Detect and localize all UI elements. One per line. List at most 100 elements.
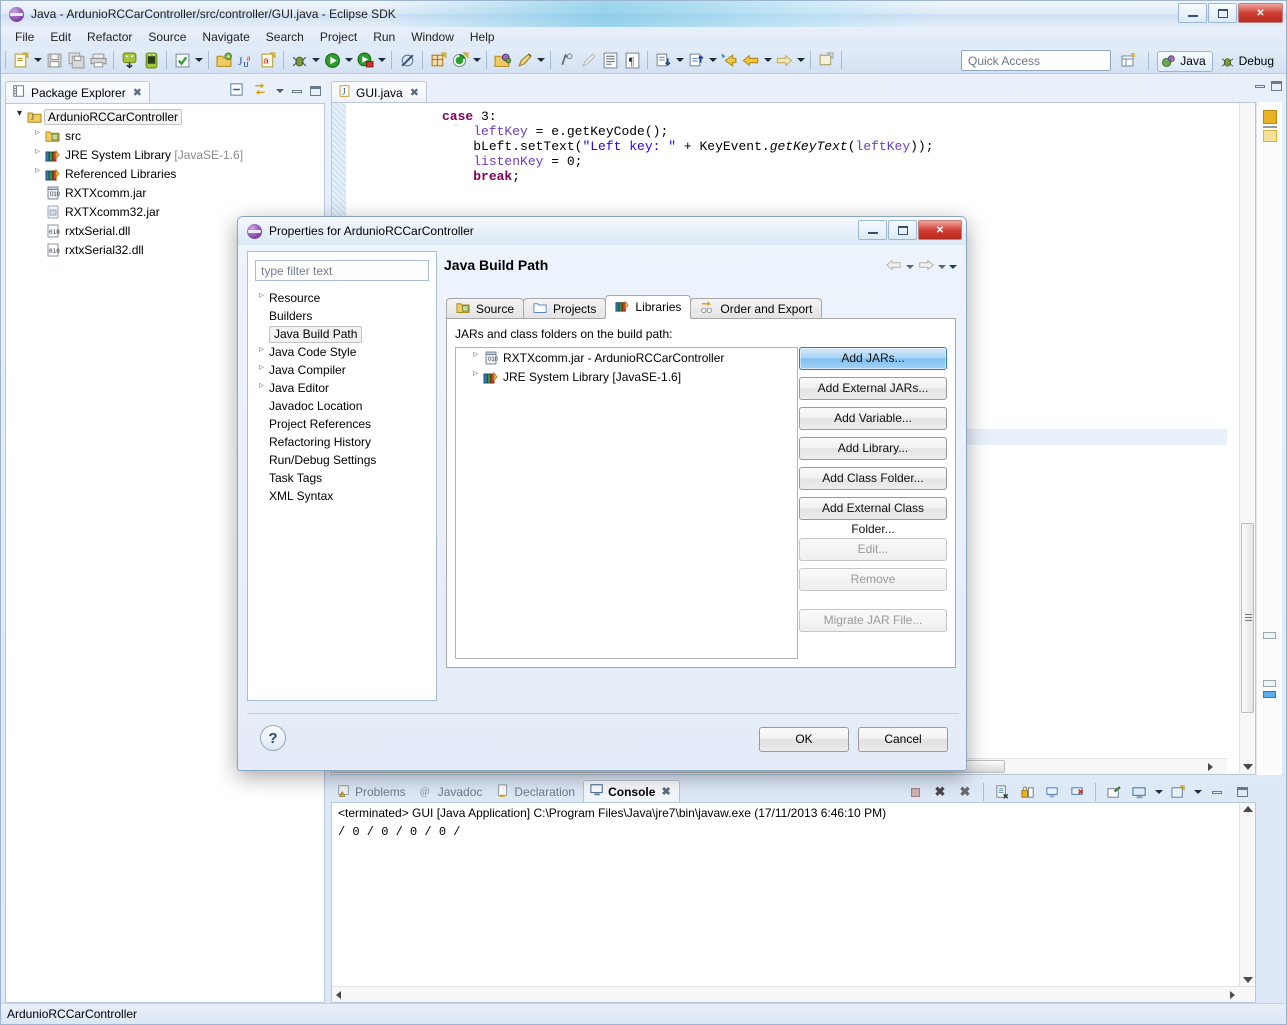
build-path-tab-order-and-export[interactable]: Order and Export (690, 298, 822, 319)
tree-item-arduniorccarcontroller[interactable]: JArdunioRCCarController (6, 107, 324, 126)
remove-all-terminated-icon[interactable]: ✖ (954, 781, 976, 803)
display-selected-console-icon[interactable] (1103, 781, 1125, 803)
skip-breakpoints-icon[interactable] (396, 49, 418, 71)
scroll-right-arrow-icon[interactable] (1230, 991, 1235, 999)
dialog-view-menu-icon[interactable] (949, 265, 957, 269)
scroll-left-arrow-icon[interactable] (336, 991, 341, 999)
perspective-debug[interactable]: Debug (1217, 51, 1280, 72)
tree-item-src[interactable]: src (6, 126, 324, 145)
jar-list[interactable]: 010RXTXcomm.jar - ArdunioRCCarController… (455, 347, 798, 659)
pref-item-java-editor[interactable]: Java Editor (248, 379, 436, 397)
cancel-button[interactable]: Cancel (858, 727, 948, 752)
scroll-down-arrow-icon[interactable] (1243, 977, 1253, 983)
collapse-arrow-icon[interactable] (256, 348, 269, 357)
overview-marker[interactable] (1263, 632, 1276, 639)
menu-item-navigate[interactable]: Navigate (194, 28, 257, 46)
build-path-tab-projects[interactable]: Projects (523, 298, 606, 319)
overview-marker[interactable] (1263, 680, 1276, 687)
filter-input[interactable]: type filter text (255, 260, 429, 281)
collapse-arrow-icon[interactable] (32, 169, 45, 178)
close-icon[interactable]: ✖ (133, 86, 142, 99)
editor-overview-ruler[interactable] (1256, 102, 1282, 775)
last-edit-location-icon[interactable] (718, 49, 740, 71)
editor-scroll-thumb[interactable] (1241, 523, 1254, 713)
collapse-arrow-icon[interactable] (470, 372, 483, 381)
terminate-icon[interactable] (904, 781, 926, 803)
collapse-arrow-icon[interactable] (256, 384, 269, 393)
menu-item-project[interactable]: Project (312, 28, 365, 46)
preferences-tree[interactable]: ResourceBuildersJava Build PathJava Code… (248, 285, 436, 505)
tree-item-jre-system-library[interactable]: JRE System Library [JavaSE-1.6] (6, 145, 324, 164)
external-tools-icon[interactable] (354, 49, 376, 71)
tree-item-rxtxcomm-jar[interactable]: 010RXTXcomm.jar (6, 183, 324, 202)
menu-item-run[interactable]: Run (365, 28, 403, 46)
new-wizard-dropdown-caret-icon[interactable] (32, 49, 43, 71)
new-junit-test-icon[interactable]: Jua (235, 49, 257, 71)
pref-item-java-compiler[interactable]: Java Compiler (248, 361, 436, 379)
ok-button[interactable]: OK (759, 727, 849, 752)
dialog-maximize-button[interactable] (888, 220, 917, 240)
pref-item-javadoc-location[interactable]: Javadoc Location (248, 397, 436, 415)
menu-item-window[interactable]: Window (403, 28, 462, 46)
console-menu-caret-icon[interactable] (1153, 781, 1164, 803)
clear-console-icon[interactable]: ✖ (991, 781, 1013, 803)
build-path-tab-libraries[interactable]: Libraries (605, 295, 691, 319)
android-sdk-manager-icon[interactable] (118, 49, 140, 71)
back-arrow-icon[interactable] (885, 258, 903, 275)
open-type-icon[interactable] (491, 49, 513, 71)
tab-javadoc[interactable]: @Javadoc (414, 782, 491, 802)
scroll-down-arrow-icon[interactable] (1243, 764, 1253, 770)
tab-problems[interactable]: !Problems (331, 782, 414, 802)
toggle-mark-occurrences-icon[interactable] (555, 49, 577, 71)
android-avd-manager-icon[interactable] (140, 49, 162, 71)
tab-console[interactable]: Console✖ (583, 780, 680, 802)
minimize-editor-icon[interactable] (1255, 85, 1265, 88)
menu-item-help[interactable]: Help (462, 28, 503, 46)
next-annotation-icon[interactable] (652, 49, 674, 71)
collapse-arrow-icon[interactable] (256, 366, 269, 375)
collapse-all-icon[interactable] (229, 82, 244, 100)
close-button[interactable]: ✕ (1238, 3, 1283, 23)
maximize-button[interactable] (1208, 3, 1237, 23)
external-tools-dropdown-caret-icon[interactable] (376, 49, 387, 71)
close-icon[interactable]: ✖ (661, 785, 670, 798)
forward-caret-icon[interactable] (938, 265, 946, 269)
pin-console-icon[interactable] (1041, 781, 1063, 803)
console-vertical-scrollbar[interactable] (1239, 803, 1255, 986)
new-annotation-icon[interactable]: a (257, 49, 279, 71)
back-caret-icon[interactable] (906, 265, 914, 269)
pref-item-refactoring-history[interactable]: Refactoring History (248, 433, 436, 451)
checkmark-dropdown-caret-icon[interactable] (193, 49, 204, 71)
warning-marker[interactable] (1263, 110, 1277, 124)
new-interface-icon[interactable] (449, 49, 471, 71)
help-button[interactable]: ? (260, 725, 286, 751)
minimize-button[interactable] (1178, 3, 1207, 23)
minimize-console-icon[interactable] (1206, 781, 1228, 803)
forward-arrow-icon[interactable] (917, 258, 935, 275)
view-menu-icon[interactable] (276, 89, 284, 93)
remove-launch-icon[interactable]: ✖ (929, 781, 951, 803)
button-add-jars[interactable]: Add JARs... (799, 347, 947, 370)
task-marker[interactable] (1263, 130, 1277, 142)
new-console-caret-icon[interactable] (1192, 781, 1203, 803)
previous-annotation-dropdown-caret-icon[interactable] (707, 49, 718, 71)
quick-access-input[interactable]: Quick Access (961, 50, 1111, 71)
console-output-area[interactable]: <terminated> GUI [Java Application] C:\P… (331, 802, 1256, 1003)
build-path-tab-source[interactable]: Source (446, 298, 524, 319)
button-add-external-class-folder[interactable]: Add External Class Folder... (799, 497, 947, 520)
close-icon[interactable]: ✖ (410, 86, 419, 99)
menu-item-edit[interactable]: Edit (42, 28, 79, 46)
minimize-view-icon[interactable] (292, 90, 302, 93)
pref-item-builders[interactable]: Builders (248, 307, 436, 325)
pin-editor-icon[interactable] (815, 49, 837, 71)
close-console-icon[interactable]: ✖ (1066, 781, 1088, 803)
pencil-icon[interactable] (577, 49, 599, 71)
new-interface-dropdown-caret-icon[interactable] (471, 49, 482, 71)
collapse-arrow-icon[interactable] (32, 150, 45, 159)
menu-item-search[interactable]: Search (258, 28, 312, 46)
pref-item-java-build-path[interactable]: Java Build Path (248, 325, 436, 343)
next-annotation-dropdown-caret-icon[interactable] (674, 49, 685, 71)
maximize-console-icon[interactable] (1231, 781, 1253, 803)
save-all-icon[interactable] (65, 49, 87, 71)
open-console-icon[interactable] (1128, 781, 1150, 803)
